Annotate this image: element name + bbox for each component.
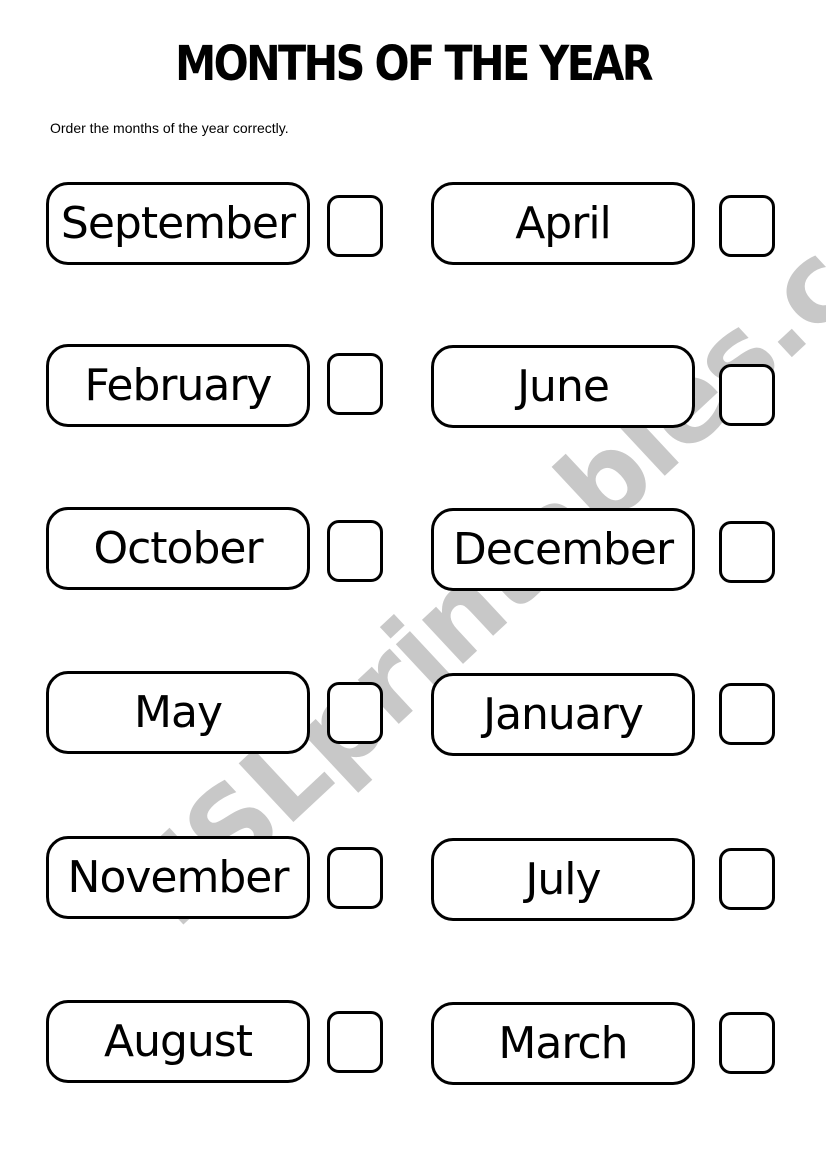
month-card: March xyxy=(431,1002,701,1088)
order-answer-box[interactable] xyxy=(719,848,775,910)
month-label: August xyxy=(46,1000,310,1083)
month-card: November xyxy=(46,836,316,922)
month-label: October xyxy=(46,507,310,590)
month-card: January xyxy=(431,673,701,759)
order-answer-box[interactable] xyxy=(327,353,383,415)
month-card: April xyxy=(431,182,701,268)
order-answer-box[interactable] xyxy=(327,195,383,257)
order-answer-box[interactable] xyxy=(719,1012,775,1074)
month-label: February xyxy=(46,344,310,427)
month-card: May xyxy=(46,671,316,757)
order-answer-box[interactable] xyxy=(719,683,775,745)
instruction-text: Order the months of the year correctly. xyxy=(50,120,289,136)
month-label: November xyxy=(46,836,310,919)
month-card: June xyxy=(431,345,701,431)
order-answer-box[interactable] xyxy=(327,847,383,909)
month-label: July xyxy=(431,838,695,921)
month-card: September xyxy=(46,182,316,268)
month-card: August xyxy=(46,1000,316,1086)
month-label: December xyxy=(431,508,695,591)
month-card: December xyxy=(431,508,701,594)
order-answer-box[interactable] xyxy=(327,682,383,744)
month-label: May xyxy=(46,671,310,754)
month-label: March xyxy=(431,1002,695,1085)
month-card: October xyxy=(46,507,316,593)
order-answer-box[interactable] xyxy=(327,520,383,582)
order-answer-box[interactable] xyxy=(719,521,775,583)
month-label: April xyxy=(431,182,695,265)
month-label: September xyxy=(46,182,310,265)
order-answer-box[interactable] xyxy=(327,1011,383,1073)
month-card: February xyxy=(46,344,316,430)
month-label: June xyxy=(431,345,695,428)
order-answer-box[interactable] xyxy=(719,364,775,426)
month-card: July xyxy=(431,838,701,924)
month-label: January xyxy=(431,673,695,756)
worksheet-title: MONTHS OF THE YEAR xyxy=(175,36,653,92)
order-answer-box[interactable] xyxy=(719,195,775,257)
